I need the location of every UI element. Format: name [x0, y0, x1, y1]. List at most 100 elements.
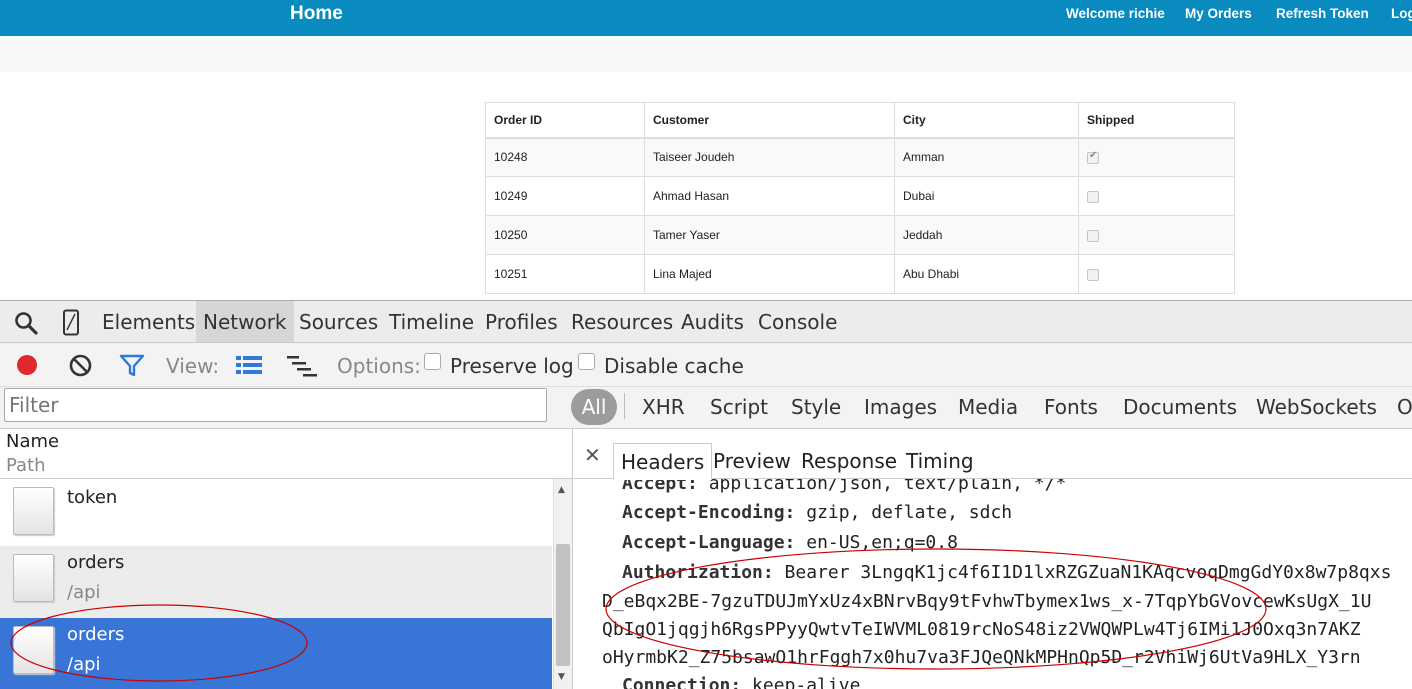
type-filter-documents[interactable]: Documents — [1123, 395, 1237, 419]
welcome-user-link[interactable]: Welcome richie — [1066, 6, 1165, 21]
city-cell: Abu Dhabi — [894, 254, 1079, 294]
filter-icon[interactable] — [119, 354, 145, 381]
tab-sources[interactable]: Sources — [299, 310, 378, 334]
table-header-row: Order ID Customer City Shipped — [485, 102, 1235, 139]
request-path: /api — [67, 582, 101, 603]
header-accept-encoding: Accept-Encoding: gzip, deflate, sdch — [622, 502, 1013, 523]
devtools-panel: Elements Network Sources Timeline Profil… — [0, 300, 1412, 689]
type-filter-websockets[interactable]: WebSockets — [1256, 395, 1377, 419]
disable-cache-label[interactable]: Disable cache — [604, 354, 744, 378]
tab-audits[interactable]: Audits — [681, 310, 744, 334]
token-line: D_eBqx2BE-7gzuTDUJmYxUz4xBNrvBqy9tFvhwTb… — [602, 591, 1372, 612]
disable-cache-checkbox[interactable] — [578, 353, 595, 370]
my-orders-link[interactable]: My Orders — [1185, 6, 1252, 21]
request-name: orders — [67, 624, 125, 645]
shipped-cell — [1078, 137, 1235, 177]
type-filter-images[interactable]: Images — [864, 395, 937, 419]
requests-column-header[interactable]: Name Path — [0, 429, 572, 479]
record-icon[interactable] — [16, 354, 38, 380]
view-label: View: — [166, 354, 220, 378]
shipped-checkbox[interactable] — [1087, 268, 1099, 281]
document-icon — [13, 487, 54, 535]
detail-tab-bar: ✕ Headers Preview Response Timing — [574, 429, 1412, 480]
column-header-customer: Customer — [644, 102, 895, 139]
shipped-cell — [1078, 215, 1235, 255]
type-filter-xhr[interactable]: XHR — [642, 395, 685, 419]
type-filter-divider — [624, 393, 625, 419]
request-name: token — [67, 487, 118, 508]
preserve-log-checkbox[interactable] — [424, 353, 441, 370]
request-name: orders — [67, 552, 125, 573]
tab-response[interactable]: Response — [801, 449, 897, 473]
type-filter-all[interactable]: All — [571, 389, 617, 425]
requests-list: Name Path token orders /api orders /api … — [0, 429, 573, 689]
brand-home-link[interactable]: Home — [290, 3, 343, 25]
customer-cell: Ahmad Hasan — [644, 176, 895, 216]
devtools-tab-bar: Elements Network Sources Timeline Profil… — [0, 301, 1412, 343]
close-icon[interactable]: ✕ — [584, 443, 601, 467]
tab-preview[interactable]: Preview — [713, 449, 791, 473]
header-connection: Connection: keep-alive — [622, 675, 861, 689]
table-row: 10248 Taiseer Joudeh Amman — [485, 137, 1235, 177]
tab-network[interactable]: Network — [196, 301, 294, 342]
request-path: /api — [67, 654, 101, 675]
network-toolbar: View: Options: Preserve log Disable cach… — [0, 343, 1412, 387]
header-authorization: Authorization: Bearer 3LngqK1jc4f6I1D1lx… — [622, 562, 1392, 583]
type-filter-other[interactable]: O — [1397, 395, 1412, 419]
scrollbar-thumb[interactable] — [556, 544, 570, 666]
tab-resources[interactable]: Resources — [571, 310, 673, 334]
table-row: 10250 Tamer Yaser Jeddah — [485, 215, 1235, 255]
requests-scrollbar[interactable]: ▲ ▼ — [553, 479, 572, 689]
tab-headers[interactable]: Headers — [613, 443, 713, 480]
column-header-order-id: Order ID — [485, 102, 645, 139]
order-id-cell: 10251 — [485, 254, 645, 294]
overview-icon[interactable] — [287, 355, 317, 381]
search-icon[interactable] — [14, 311, 38, 339]
options-label: Options: — [337, 354, 421, 378]
large-rows-icon[interactable] — [236, 355, 262, 379]
orders-table: Order ID Customer City Shipped 10248 Tai… — [485, 102, 1235, 294]
column-header-city: City — [894, 102, 1079, 139]
city-cell: Amman — [894, 137, 1079, 177]
shipped-cell — [1078, 254, 1235, 294]
clear-icon[interactable] — [69, 354, 92, 381]
shipped-checkbox[interactable] — [1087, 150, 1099, 165]
city-cell: Jeddah — [894, 215, 1079, 255]
preserve-log-label[interactable]: Preserve log — [450, 354, 574, 378]
column-header-shipped: Shipped — [1078, 102, 1235, 139]
name-column-label: Name — [6, 431, 60, 452]
customer-cell: Tamer Yaser — [644, 215, 895, 255]
shipped-checkbox[interactable] — [1087, 229, 1099, 242]
city-cell: Dubai — [894, 176, 1079, 216]
refresh-token-link[interactable]: Refresh Token — [1276, 6, 1369, 21]
type-filter-script[interactable]: Script — [710, 395, 768, 419]
path-column-label: Path — [6, 455, 46, 476]
request-row-token[interactable]: token — [0, 479, 552, 546]
document-icon — [13, 554, 54, 602]
table-row: 10251 Lina Majed Abu Dhabi — [485, 254, 1235, 294]
filter-bar: All XHR Script Style Images Media Fonts … — [0, 387, 1412, 429]
request-row-orders[interactable]: orders /api — [0, 546, 552, 618]
scroll-up-arrow-icon[interactable]: ▲ — [558, 485, 565, 495]
type-filter-fonts[interactable]: Fonts — [1044, 395, 1098, 419]
page-header-strip — [0, 36, 1412, 72]
shipped-cell — [1078, 176, 1235, 216]
document-icon — [13, 626, 54, 674]
request-row-orders-selected[interactable]: orders /api — [0, 618, 552, 689]
device-mode-icon[interactable] — [62, 309, 80, 340]
filter-input[interactable] — [4, 388, 547, 422]
shipped-checkbox[interactable] — [1087, 190, 1099, 203]
order-id-cell: 10248 — [485, 137, 645, 177]
tab-elements[interactable]: Elements — [102, 310, 195, 334]
customer-cell: Taiseer Joudeh — [644, 137, 895, 177]
scroll-down-arrow-icon[interactable]: ▼ — [558, 672, 565, 682]
tab-timing[interactable]: Timing — [906, 449, 974, 473]
table-row: 10249 Ahmad Hasan Dubai — [485, 176, 1235, 216]
tab-console[interactable]: Console — [758, 310, 837, 334]
order-id-cell: 10250 — [485, 215, 645, 255]
type-filter-media[interactable]: Media — [958, 395, 1018, 419]
type-filter-style[interactable]: Style — [791, 395, 841, 419]
tab-profiles[interactable]: Profiles — [485, 310, 558, 334]
logout-link[interactable]: Log — [1391, 6, 1412, 21]
tab-timeline[interactable]: Timeline — [389, 310, 474, 334]
